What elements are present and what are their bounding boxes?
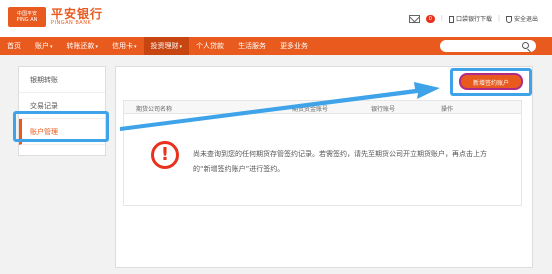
annotation-arrow: [120, 82, 440, 131]
arrow-shape: [120, 82, 440, 131]
highlight-box-button: [450, 68, 532, 96]
